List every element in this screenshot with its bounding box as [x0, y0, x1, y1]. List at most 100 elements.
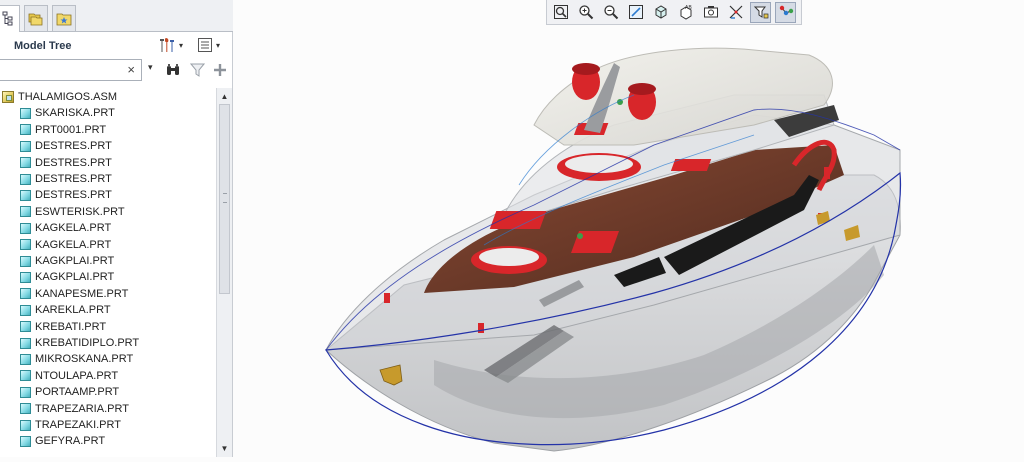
part-icon	[20, 140, 31, 152]
tree-root[interactable]: THALAMIGOS.ASM	[2, 89, 117, 105]
chevron-down-icon[interactable]: ▾	[148, 62, 153, 73]
tree-item-label: NTOULAPA.PRT	[35, 369, 119, 382]
tree-item[interactable]: PRT0001.PRT	[20, 122, 106, 138]
yacht-model[interactable]	[234, 25, 1024, 457]
tree-item[interactable]: KAGKELA.PRT	[20, 220, 111, 236]
clear-icon[interactable]: ×	[127, 62, 135, 77]
tree-item[interactable]: KREBATIDIPLO.PRT	[20, 335, 139, 351]
display-style-button[interactable]	[650, 2, 671, 23]
tools-icon	[160, 38, 174, 52]
scroll-down-icon[interactable]: ▼	[217, 441, 232, 455]
tree-item-label: GEFYRA.PRT	[35, 435, 106, 448]
tree-item-label: KANAPESME.PRT	[35, 287, 129, 300]
tree-item-label: DESTRES.PRT	[35, 173, 112, 185]
tree-scrollbar[interactable]: ▲ ▼	[216, 88, 232, 457]
tree-item-label: KAGKELA.PRT	[35, 222, 112, 235]
part-icon	[20, 206, 31, 218]
part-icon	[20, 255, 31, 267]
scrollbar-thumb[interactable]	[219, 104, 230, 294]
part-icon	[20, 239, 31, 251]
part-icon	[20, 435, 31, 447]
list-settings-icon	[198, 38, 212, 52]
part-icon	[20, 353, 31, 365]
datum-filter-icon	[753, 6, 768, 19]
part-icon	[20, 386, 31, 398]
tree-item[interactable]: TRAPEZARIA.PRT	[20, 401, 129, 417]
panel-title: Model Tree	[14, 40, 72, 52]
tree-item[interactable]: DESTRES.PRT	[20, 187, 112, 203]
refit-button[interactable]	[550, 2, 571, 23]
tree-item-label: KREBATI.PRT	[35, 320, 107, 333]
find-button[interactable]	[165, 62, 181, 83]
repaint-button[interactable]	[625, 2, 646, 23]
filter-icon	[189, 63, 206, 77]
tab-model-tree[interactable]	[0, 5, 20, 32]
datum-display-button[interactable]	[750, 1, 771, 23]
part-icon	[20, 124, 31, 136]
tree-item-label: KAGKELA.PRT	[35, 238, 112, 251]
show-dropdown-button[interactable]: ▾	[197, 36, 220, 54]
view-toolbar: AB	[546, 0, 802, 25]
tree-item-label: DESTRES.PRT	[35, 140, 112, 153]
tree-item-label: ESWTERISK.PRT	[35, 205, 125, 218]
refit-icon	[553, 5, 568, 19]
tree-item-label: KREBATIDIPLO.PRT	[35, 337, 140, 349]
tab-favorites[interactable]	[52, 5, 76, 31]
tree-item[interactable]: NTOULAPA.PRT	[20, 368, 118, 384]
shaded-cube-icon	[655, 5, 666, 19]
saved-orientations-button[interactable]: AB	[675, 2, 696, 23]
tree-item[interactable]: KAGKPLAI.PRT	[20, 253, 114, 269]
plus-icon	[214, 64, 226, 76]
favorites-folder-icon	[56, 13, 72, 25]
tree-item-label: MIKROSKANA.PRT	[35, 353, 134, 366]
tree-item[interactable]: SKARISKA.PRT	[20, 105, 115, 121]
grip-icon	[223, 193, 227, 203]
svg-text:AB: AB	[685, 5, 692, 11]
perspective-button[interactable]	[725, 2, 746, 23]
tree-item-label: SKARISKA.PRT	[35, 107, 115, 120]
repaint-icon	[628, 5, 643, 19]
part-icon	[20, 157, 31, 169]
settings-dropdown-button[interactable]: ▾	[158, 36, 183, 54]
tree-item[interactable]: KREBATI.PRT	[20, 319, 106, 335]
tree-item[interactable]: KAGKPLAI.PRT	[20, 269, 114, 285]
search-input[interactable]	[3, 61, 119, 81]
tree-item-label: KAGKPLAI.PRT	[35, 271, 115, 284]
saved-views-icon: AB	[680, 5, 692, 20]
part-icon	[20, 321, 31, 333]
model-tree-panel: Model Tree ▾ ▾ × ▾ THALAMIGOS.ASM SKARIS…	[0, 0, 233, 457]
scroll-up-icon[interactable]: ▲	[217, 89, 232, 103]
spin-center-button[interactable]	[775, 1, 796, 23]
tree-item[interactable]: DESTRES.PRT	[20, 171, 112, 187]
add-column-button[interactable]	[213, 62, 227, 83]
graphics-viewport[interactable]	[234, 25, 1024, 457]
model-tree-icon	[2, 11, 13, 26]
zoom-in-icon	[578, 5, 593, 20]
folder-stack-icon	[28, 13, 43, 25]
tree-item[interactable]: TRAPEZAKI.PRT	[20, 417, 121, 433]
part-icon	[20, 107, 31, 119]
tree-item-label: DESTRES.PRT	[35, 189, 112, 202]
tree-item[interactable]: KANAPESME.PRT	[20, 286, 128, 302]
view-manager-button[interactable]	[700, 2, 721, 23]
tree-item[interactable]: MIKROSKANA.PRT	[20, 351, 133, 367]
tree-item[interactable]: ESWTERISK.PRT	[20, 204, 125, 220]
zoom-out-icon	[603, 5, 618, 20]
tree-item[interactable]: KAGKELA.PRT	[20, 237, 111, 253]
filter-button[interactable]	[189, 62, 206, 83]
part-icon	[20, 222, 31, 234]
part-icon	[20, 370, 31, 382]
tree-item[interactable]: KAREKLA.PRT	[20, 302, 111, 318]
search-row: × ▾	[0, 59, 232, 83]
tree-item-label: PRT0001.PRT	[35, 123, 107, 136]
zoom-out-button[interactable]	[600, 2, 621, 23]
zoom-in-button[interactable]	[575, 2, 596, 23]
tree-item[interactable]: GEFYRA.PRT	[20, 433, 105, 449]
panel-tabstrip	[0, 0, 233, 32]
tree-item[interactable]: DESTRES.PRT	[20, 138, 112, 154]
tree-item[interactable]: DESTRES.PRT	[20, 155, 112, 171]
tab-folder-browser[interactable]	[24, 5, 48, 31]
tree-root-label: THALAMIGOS.ASM	[18, 91, 118, 103]
tree-item[interactable]: PORTAAMP.PRT	[20, 384, 119, 400]
part-icon	[20, 419, 31, 431]
